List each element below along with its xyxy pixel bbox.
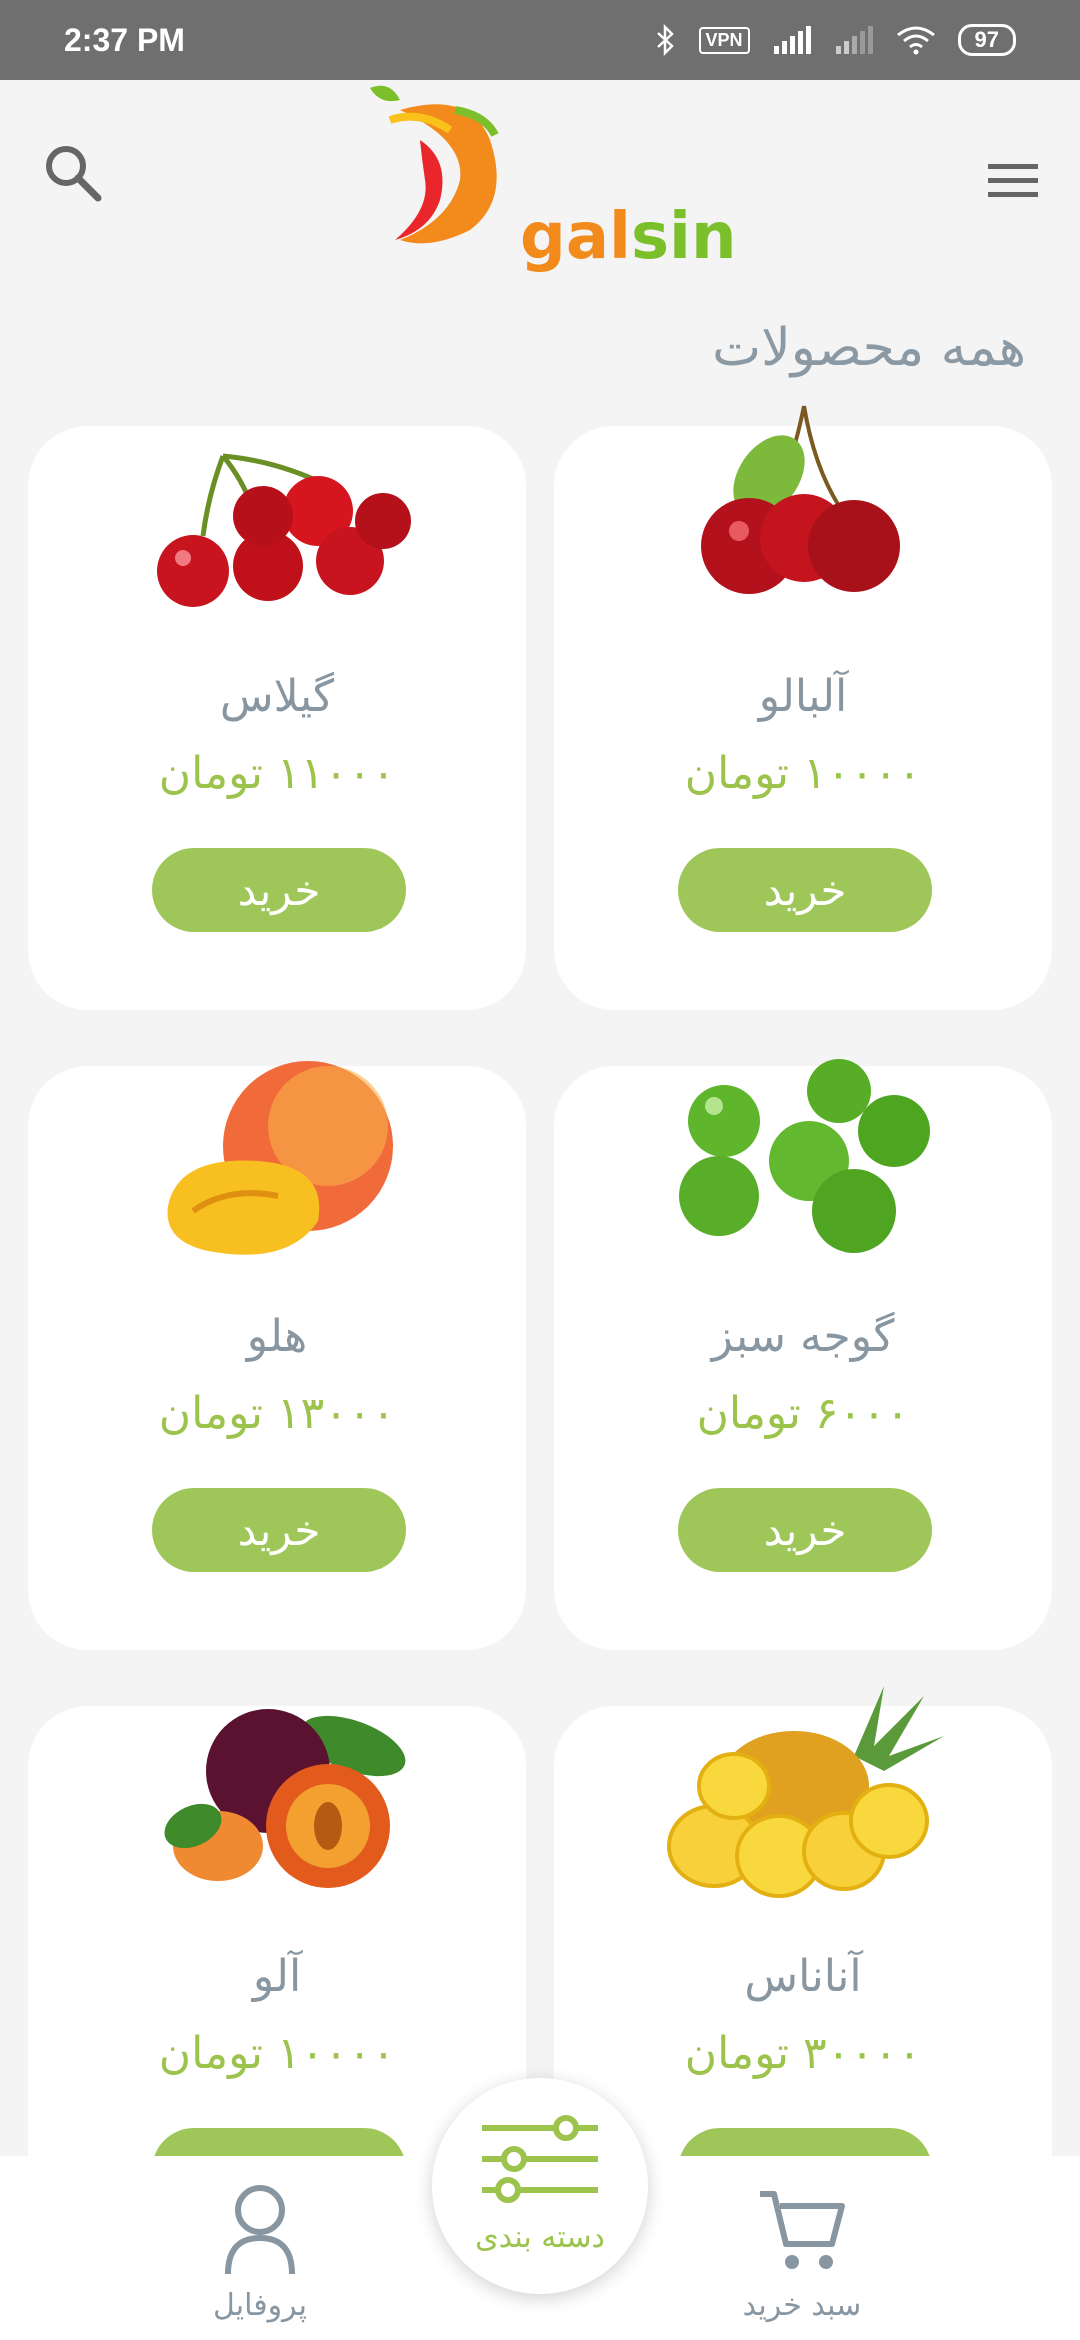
profile-icon: [225, 2185, 295, 2275]
bluetooth-icon: [656, 24, 674, 56]
product-name: هلو: [246, 1311, 308, 1362]
status-icons: VPN 97: [655, 24, 1016, 56]
section-title: همه محصولات: [712, 318, 1026, 378]
product-price: ۱۰۰۰۰ تومان: [158, 2028, 396, 2079]
signal-weak-icon: [835, 26, 873, 54]
product-name: آلو: [252, 1951, 302, 2002]
buy-button[interactable]: خرید: [152, 848, 406, 932]
shopping-cart-icon: [760, 2191, 845, 2269]
green-plum-image: [679, 1059, 930, 1253]
product-name: گیلاس: [219, 671, 335, 722]
buy-button[interactable]: خرید: [152, 1488, 406, 1572]
product-price: ۱۱۰۰۰ تومان: [158, 748, 396, 799]
nav-cart-label: سبد خرید: [742, 2288, 862, 2323]
filter-sliders-icon: [482, 2115, 598, 2203]
nav-cart[interactable]: سبد خرید: [682, 2182, 922, 2323]
signal-icon: [773, 26, 811, 54]
sour-cherry-image: [701, 405, 900, 594]
pineapple-image: [667, 1686, 944, 1898]
product-name: آلبالو: [758, 671, 848, 722]
buy-button[interactable]: خرید: [678, 848, 932, 932]
plum-image: [164, 1709, 406, 1888]
product-card-sour-cherry[interactable]: آلبالو ۱۰۰۰۰ تومان خرید: [554, 405, 1052, 1010]
nav-profile-label: پروفایل: [213, 2288, 307, 2323]
product-name: آناناس: [744, 1951, 862, 2002]
logo-wordmark: galsin: [520, 200, 737, 274]
search-icon: [46, 146, 102, 202]
buy-button[interactable]: خرید: [678, 1488, 932, 1572]
product-card-cherry[interactable]: گیلاس ۱۱۰۰۰ تومان خرید: [28, 426, 526, 1010]
logo-text-sin: sin: [630, 200, 737, 274]
battery-indicator: 97: [957, 24, 1016, 56]
status-bar: 2:37 PM VPN 97: [0, 0, 1080, 80]
status-time: 2:37 PM: [64, 21, 185, 58]
product-name: گوجه سبز: [711, 1311, 895, 1362]
app-bar: galsin: [0, 80, 1080, 300]
vpn-badge: VPN: [698, 26, 750, 54]
wifi-icon: [896, 26, 935, 55]
nav-profile[interactable]: پروفایل: [140, 2182, 380, 2323]
galsin-logo: galsin: [360, 80, 737, 280]
product-price: ۱۰۰۰۰ تومان: [684, 748, 922, 799]
product-price: ۳۰۰۰۰ تومان: [684, 2028, 922, 2079]
categories-label: دسته بندی: [475, 2220, 605, 2255]
product-card-peach[interactable]: هلو ۱۳۰۰۰ تومان خرید: [28, 1061, 526, 1650]
peach-image: [167, 1061, 393, 1255]
logo-text-gal: gal: [520, 200, 631, 274]
product-price: ۱۳۰۰۰ تومان: [158, 1388, 396, 1439]
categories-button[interactable]: دسته بندی: [432, 2078, 648, 2294]
cherry-image: [157, 453, 411, 607]
search-button[interactable]: [40, 140, 110, 210]
product-price: ۶۰۰۰ تومان: [696, 1388, 910, 1439]
product-card-green-plum[interactable]: گوجه سبز ۶۰۰۰ تومان خرید: [554, 1059, 1052, 1650]
menu-button[interactable]: [974, 150, 1044, 210]
hamburger-menu-icon: [988, 164, 1038, 197]
